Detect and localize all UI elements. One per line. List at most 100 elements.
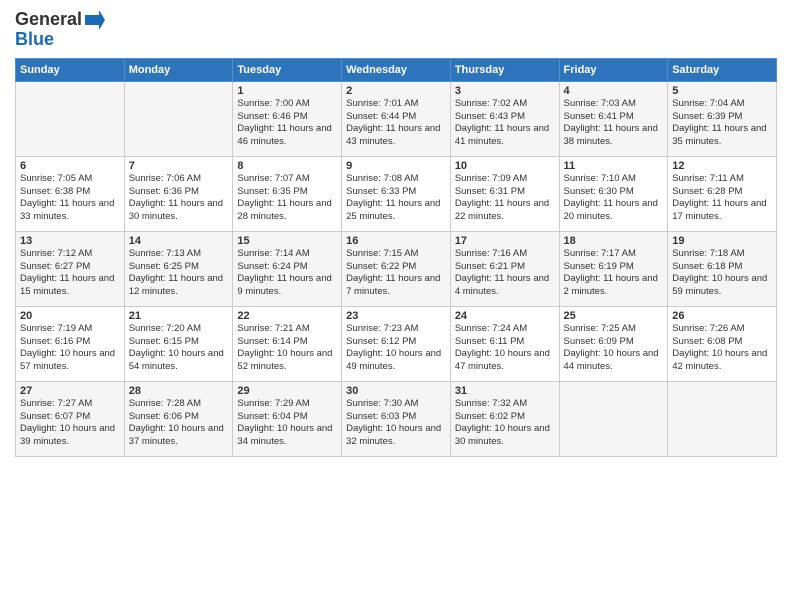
day-cell: 26Sunrise: 7:26 AM Sunset: 6:08 PM Dayli… bbox=[668, 306, 777, 381]
day-number: 13 bbox=[20, 235, 120, 247]
day-info: Sunrise: 7:20 AM Sunset: 6:15 PM Dayligh… bbox=[129, 323, 229, 374]
day-cell: 28Sunrise: 7:28 AM Sunset: 6:06 PM Dayli… bbox=[124, 381, 233, 456]
day-info: Sunrise: 7:14 AM Sunset: 6:24 PM Dayligh… bbox=[237, 248, 337, 299]
day-info: Sunrise: 7:01 AM Sunset: 6:44 PM Dayligh… bbox=[346, 98, 446, 149]
day-info: Sunrise: 7:24 AM Sunset: 6:11 PM Dayligh… bbox=[455, 323, 555, 374]
day-number: 5 bbox=[672, 85, 772, 97]
day-info: Sunrise: 7:03 AM Sunset: 6:41 PM Dayligh… bbox=[564, 98, 664, 149]
day-number: 7 bbox=[129, 160, 229, 172]
day-number: 10 bbox=[455, 160, 555, 172]
day-info: Sunrise: 7:29 AM Sunset: 6:04 PM Dayligh… bbox=[237, 398, 337, 449]
day-cell: 20Sunrise: 7:19 AM Sunset: 6:16 PM Dayli… bbox=[16, 306, 125, 381]
day-cell: 21Sunrise: 7:20 AM Sunset: 6:15 PM Dayli… bbox=[124, 306, 233, 381]
weekday-header-wednesday: Wednesday bbox=[342, 58, 451, 81]
day-number: 22 bbox=[237, 310, 337, 322]
day-cell: 29Sunrise: 7:29 AM Sunset: 6:04 PM Dayli… bbox=[233, 381, 342, 456]
day-info: Sunrise: 7:21 AM Sunset: 6:14 PM Dayligh… bbox=[237, 323, 337, 374]
weekday-header-saturday: Saturday bbox=[668, 58, 777, 81]
day-cell: 2Sunrise: 7:01 AM Sunset: 6:44 PM Daylig… bbox=[342, 81, 451, 156]
day-info: Sunrise: 7:07 AM Sunset: 6:35 PM Dayligh… bbox=[237, 173, 337, 224]
page-header: General Blue bbox=[15, 10, 777, 50]
day-number: 23 bbox=[346, 310, 446, 322]
calendar-table: SundayMondayTuesdayWednesdayThursdayFrid… bbox=[15, 58, 777, 457]
day-cell: 13Sunrise: 7:12 AM Sunset: 6:27 PM Dayli… bbox=[16, 231, 125, 306]
day-cell: 11Sunrise: 7:10 AM Sunset: 6:30 PM Dayli… bbox=[559, 156, 668, 231]
day-number: 12 bbox=[672, 160, 772, 172]
day-info: Sunrise: 7:08 AM Sunset: 6:33 PM Dayligh… bbox=[346, 173, 446, 224]
day-cell: 15Sunrise: 7:14 AM Sunset: 6:24 PM Dayli… bbox=[233, 231, 342, 306]
day-cell bbox=[668, 381, 777, 456]
weekday-header-monday: Monday bbox=[124, 58, 233, 81]
day-number: 3 bbox=[455, 85, 555, 97]
day-info: Sunrise: 7:02 AM Sunset: 6:43 PM Dayligh… bbox=[455, 98, 555, 149]
day-number: 15 bbox=[237, 235, 337, 247]
weekday-header-thursday: Thursday bbox=[450, 58, 559, 81]
day-number: 25 bbox=[564, 310, 664, 322]
day-info: Sunrise: 7:04 AM Sunset: 6:39 PM Dayligh… bbox=[672, 98, 772, 149]
day-cell: 24Sunrise: 7:24 AM Sunset: 6:11 PM Dayli… bbox=[450, 306, 559, 381]
day-number: 29 bbox=[237, 385, 337, 397]
day-number: 1 bbox=[237, 85, 337, 97]
day-cell: 19Sunrise: 7:18 AM Sunset: 6:18 PM Dayli… bbox=[668, 231, 777, 306]
day-info: Sunrise: 7:13 AM Sunset: 6:25 PM Dayligh… bbox=[129, 248, 229, 299]
day-info: Sunrise: 7:06 AM Sunset: 6:36 PM Dayligh… bbox=[129, 173, 229, 224]
day-cell: 4Sunrise: 7:03 AM Sunset: 6:41 PM Daylig… bbox=[559, 81, 668, 156]
day-cell: 6Sunrise: 7:05 AM Sunset: 6:38 PM Daylig… bbox=[16, 156, 125, 231]
day-info: Sunrise: 7:16 AM Sunset: 6:21 PM Dayligh… bbox=[455, 248, 555, 299]
week-row-1: 1Sunrise: 7:00 AM Sunset: 6:46 PM Daylig… bbox=[16, 81, 777, 156]
day-number: 18 bbox=[564, 235, 664, 247]
day-cell: 17Sunrise: 7:16 AM Sunset: 6:21 PM Dayli… bbox=[450, 231, 559, 306]
day-info: Sunrise: 7:00 AM Sunset: 6:46 PM Dayligh… bbox=[237, 98, 337, 149]
day-cell: 1Sunrise: 7:00 AM Sunset: 6:46 PM Daylig… bbox=[233, 81, 342, 156]
day-cell: 7Sunrise: 7:06 AM Sunset: 6:36 PM Daylig… bbox=[124, 156, 233, 231]
day-number: 26 bbox=[672, 310, 772, 322]
day-cell bbox=[124, 81, 233, 156]
day-number: 24 bbox=[455, 310, 555, 322]
day-number: 16 bbox=[346, 235, 446, 247]
logo-arrow-icon bbox=[85, 10, 105, 30]
week-row-4: 20Sunrise: 7:19 AM Sunset: 6:16 PM Dayli… bbox=[16, 306, 777, 381]
day-cell: 3Sunrise: 7:02 AM Sunset: 6:43 PM Daylig… bbox=[450, 81, 559, 156]
week-row-5: 27Sunrise: 7:27 AM Sunset: 6:07 PM Dayli… bbox=[16, 381, 777, 456]
day-info: Sunrise: 7:09 AM Sunset: 6:31 PM Dayligh… bbox=[455, 173, 555, 224]
logo: General Blue bbox=[15, 10, 105, 50]
day-info: Sunrise: 7:28 AM Sunset: 6:06 PM Dayligh… bbox=[129, 398, 229, 449]
day-cell: 30Sunrise: 7:30 AM Sunset: 6:03 PM Dayli… bbox=[342, 381, 451, 456]
day-info: Sunrise: 7:25 AM Sunset: 6:09 PM Dayligh… bbox=[564, 323, 664, 374]
logo-blue: Blue bbox=[15, 30, 54, 50]
day-cell: 25Sunrise: 7:25 AM Sunset: 6:09 PM Dayli… bbox=[559, 306, 668, 381]
day-number: 17 bbox=[455, 235, 555, 247]
day-number: 30 bbox=[346, 385, 446, 397]
day-cell: 18Sunrise: 7:17 AM Sunset: 6:19 PM Dayli… bbox=[559, 231, 668, 306]
day-info: Sunrise: 7:10 AM Sunset: 6:30 PM Dayligh… bbox=[564, 173, 664, 224]
day-cell: 5Sunrise: 7:04 AM Sunset: 6:39 PM Daylig… bbox=[668, 81, 777, 156]
day-info: Sunrise: 7:30 AM Sunset: 6:03 PM Dayligh… bbox=[346, 398, 446, 449]
day-info: Sunrise: 7:19 AM Sunset: 6:16 PM Dayligh… bbox=[20, 323, 120, 374]
day-number: 6 bbox=[20, 160, 120, 172]
day-info: Sunrise: 7:23 AM Sunset: 6:12 PM Dayligh… bbox=[346, 323, 446, 374]
day-cell: 16Sunrise: 7:15 AM Sunset: 6:22 PM Dayli… bbox=[342, 231, 451, 306]
day-number: 4 bbox=[564, 85, 664, 97]
week-row-2: 6Sunrise: 7:05 AM Sunset: 6:38 PM Daylig… bbox=[16, 156, 777, 231]
day-number: 2 bbox=[346, 85, 446, 97]
day-info: Sunrise: 7:26 AM Sunset: 6:08 PM Dayligh… bbox=[672, 323, 772, 374]
day-number: 20 bbox=[20, 310, 120, 322]
day-number: 11 bbox=[564, 160, 664, 172]
day-number: 28 bbox=[129, 385, 229, 397]
day-cell: 12Sunrise: 7:11 AM Sunset: 6:28 PM Dayli… bbox=[668, 156, 777, 231]
day-info: Sunrise: 7:17 AM Sunset: 6:19 PM Dayligh… bbox=[564, 248, 664, 299]
day-number: 8 bbox=[237, 160, 337, 172]
day-info: Sunrise: 7:12 AM Sunset: 6:27 PM Dayligh… bbox=[20, 248, 120, 299]
day-cell: 22Sunrise: 7:21 AM Sunset: 6:14 PM Dayli… bbox=[233, 306, 342, 381]
day-number: 9 bbox=[346, 160, 446, 172]
day-number: 14 bbox=[129, 235, 229, 247]
day-cell: 9Sunrise: 7:08 AM Sunset: 6:33 PM Daylig… bbox=[342, 156, 451, 231]
weekday-header-row: SundayMondayTuesdayWednesdayThursdayFrid… bbox=[16, 58, 777, 81]
day-cell: 31Sunrise: 7:32 AM Sunset: 6:02 PM Dayli… bbox=[450, 381, 559, 456]
day-cell bbox=[559, 381, 668, 456]
weekday-header-friday: Friday bbox=[559, 58, 668, 81]
day-info: Sunrise: 7:15 AM Sunset: 6:22 PM Dayligh… bbox=[346, 248, 446, 299]
day-number: 19 bbox=[672, 235, 772, 247]
day-info: Sunrise: 7:05 AM Sunset: 6:38 PM Dayligh… bbox=[20, 173, 120, 224]
day-cell: 27Sunrise: 7:27 AM Sunset: 6:07 PM Dayli… bbox=[16, 381, 125, 456]
